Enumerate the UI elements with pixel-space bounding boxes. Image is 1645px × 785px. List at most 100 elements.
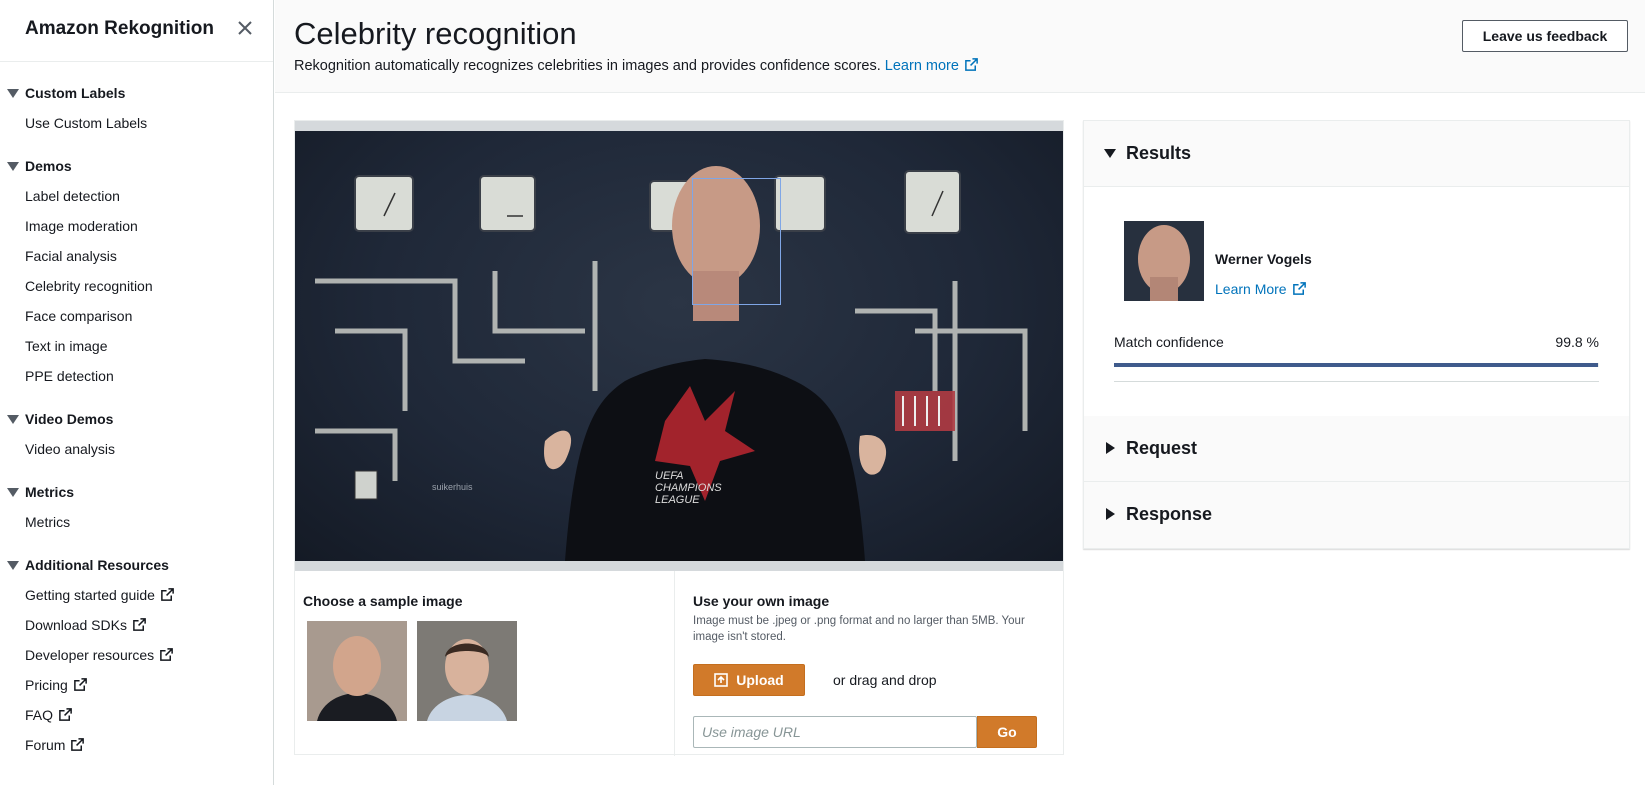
external-link-icon: [159, 647, 174, 662]
external-link-icon: [58, 707, 73, 722]
sidebar-item-developer-resources[interactable]: Developer resources: [25, 647, 174, 663]
sidebar-section-label: Metrics: [25, 484, 75, 500]
sidebar-item-use-custom-labels[interactable]: Use Custom Labels: [25, 115, 147, 131]
results-divider: [1114, 381, 1599, 382]
page-description: Rekognition automatically recognizes cel…: [294, 57, 979, 74]
page-title: Celebrity recognition: [294, 16, 577, 51]
sidebar-item-label: Getting started guide: [25, 587, 155, 603]
caret-right-icon: [1106, 508, 1115, 520]
caret-down-icon: [7, 89, 19, 98]
sidebar-item-forum[interactable]: Forum: [25, 737, 85, 753]
sample-image-thumbnail-2[interactable]: [417, 621, 517, 721]
results-section-header[interactable]: Results: [1084, 121, 1629, 187]
match-confidence-value: 99.8 %: [1555, 334, 1599, 350]
sidebar-item-label: Download SDKs: [25, 617, 127, 633]
response-section-header[interactable]: Response: [1084, 482, 1629, 548]
sidebar-section-custom-labels: Custom Labels Use Custom Labels: [0, 83, 274, 131]
external-link-icon: [1292, 281, 1307, 296]
image-card: suikerhuis UEFA CHAMPIONS LEAGUE Choose …: [294, 120, 1064, 756]
leave-feedback-button[interactable]: Leave us feedback: [1462, 20, 1628, 52]
own-image-description: Image must be .jpeg or .png format and n…: [693, 615, 1025, 643]
caret-down-icon: [7, 561, 19, 570]
celebrity-learn-more-link[interactable]: Learn More: [1215, 281, 1307, 297]
sample-images-title: Choose a sample image: [303, 593, 463, 609]
sidebar-item-faq[interactable]: FAQ: [25, 707, 73, 723]
sidebar-section-toggle[interactable]: Demos: [0, 156, 274, 180]
sidebar-section-toggle[interactable]: Additional Resources: [0, 555, 274, 579]
caret-down-icon: [7, 162, 19, 171]
sidebar-section-toggle[interactable]: Video Demos: [0, 409, 274, 433]
sidebar-item-facial-analysis[interactable]: Facial analysis: [25, 248, 117, 264]
own-image-title: Use your own image: [693, 593, 830, 609]
drag-drop-text: or drag and drop: [833, 672, 937, 688]
header-divider: [275, 92, 1645, 93]
sidebar-section-toggle[interactable]: Metrics: [0, 482, 274, 506]
external-link-icon: [73, 677, 88, 692]
request-section-header[interactable]: Request: [1084, 416, 1629, 482]
celebrity-face-image: [1124, 221, 1204, 301]
analyzed-image: suikerhuis UEFA CHAMPIONS LEAGUE: [295, 131, 1063, 561]
sample-portrait-1: [307, 621, 407, 721]
celebrity-face-thumbnail: [1124, 221, 1204, 301]
sidebar-item-face-comparison[interactable]: Face comparison: [25, 308, 132, 324]
face-bounding-box: [692, 178, 781, 305]
sidebar-section-video-demos: Video Demos Video analysis: [0, 409, 274, 457]
match-confidence-fill: [1114, 363, 1599, 367]
sidebar-section-label: Demos: [25, 158, 72, 174]
sample-portrait-2: [417, 621, 517, 721]
image-url-input[interactable]: [693, 716, 977, 748]
sample-images-section: Choose a sample image: [295, 571, 675, 756]
sample-image-thumbnail-1[interactable]: [307, 621, 407, 721]
caret-down-icon: [1104, 149, 1116, 158]
external-link-icon: [70, 737, 85, 752]
upload-button-label: Upload: [736, 672, 784, 688]
caret-down-icon: [7, 488, 19, 497]
request-section-label: Request: [1126, 438, 1198, 458]
sidebar-item-ppe-detection[interactable]: PPE detection: [25, 368, 114, 384]
page-description-text: Rekognition automatically recognizes cel…: [294, 58, 881, 74]
sidebar-section-toggle[interactable]: Custom Labels: [0, 83, 274, 107]
sidebar-section-label: Video Demos: [25, 411, 114, 427]
response-section-label: Response: [1126, 504, 1213, 524]
sidebar-header: Amazon Rekognition: [0, 0, 273, 62]
sidebar-section-additional-resources: Additional Resources Getting started gui…: [0, 555, 274, 753]
results-panel: Results Werner Vogels Learn More Match c…: [1083, 120, 1630, 549]
sidebar-section-label: Custom Labels: [25, 85, 126, 101]
upload-button[interactable]: Upload: [693, 664, 805, 696]
sidebar-item-video-analysis[interactable]: Video analysis: [25, 441, 115, 457]
sidebar-item-label: Developer resources: [25, 647, 155, 663]
caret-right-icon: [1106, 442, 1115, 454]
sidebar-item-label-detection[interactable]: Label detection: [25, 188, 120, 204]
shirt-text-3: LEAGUE: [655, 494, 700, 506]
sidebar-item-label: FAQ: [25, 707, 54, 723]
sidebar-item-image-moderation[interactable]: Image moderation: [25, 218, 138, 234]
match-confidence-label: Match confidence: [1114, 334, 1224, 350]
external-link-icon: [160, 587, 175, 602]
match-confidence-bar: [1114, 363, 1599, 367]
sidebar-item-celebrity-recognition[interactable]: Celebrity recognition: [25, 278, 153, 294]
sidebar-item-metrics[interactable]: Metrics: [25, 514, 70, 530]
go-button[interactable]: Go: [977, 716, 1037, 748]
sidebar-title: Amazon Rekognition: [25, 18, 214, 39]
sidebar-section-metrics: Metrics Metrics: [0, 482, 274, 530]
external-link-icon: [132, 617, 147, 632]
sidebar-item-label: Forum: [25, 737, 66, 753]
sidebar-item-label: Pricing: [25, 677, 68, 693]
celebrity-name: Werner Vogels: [1215, 251, 1312, 267]
wall-text: suikerhuis: [432, 482, 473, 492]
sidebar-section-label: Additional Resources: [25, 557, 169, 573]
sidebar-item-download-sdks[interactable]: Download SDKs: [25, 617, 147, 633]
sidebar-section-demos: Demos Label detection Image moderation F…: [0, 156, 274, 384]
sidebar-item-getting-started-guide[interactable]: Getting started guide: [25, 587, 175, 603]
sidebar: Amazon Rekognition Custom Labels Use Cus…: [0, 0, 274, 785]
close-icon[interactable]: [235, 18, 255, 40]
sidebar-item-text-in-image[interactable]: Text in image: [25, 338, 107, 354]
learn-more-label: Learn more: [884, 58, 959, 74]
image-stage: suikerhuis UEFA CHAMPIONS LEAGUE: [295, 121, 1063, 571]
sidebar-item-pricing[interactable]: Pricing: [25, 677, 88, 693]
learn-more-link[interactable]: Learn more: [885, 58, 979, 74]
external-link-icon: [964, 57, 979, 72]
celebrity-learn-more-label: Learn More: [1215, 281, 1287, 297]
own-image-section: Use your own image Image must be .jpeg o…: [675, 571, 1063, 756]
results-section-label: Results: [1126, 143, 1192, 163]
